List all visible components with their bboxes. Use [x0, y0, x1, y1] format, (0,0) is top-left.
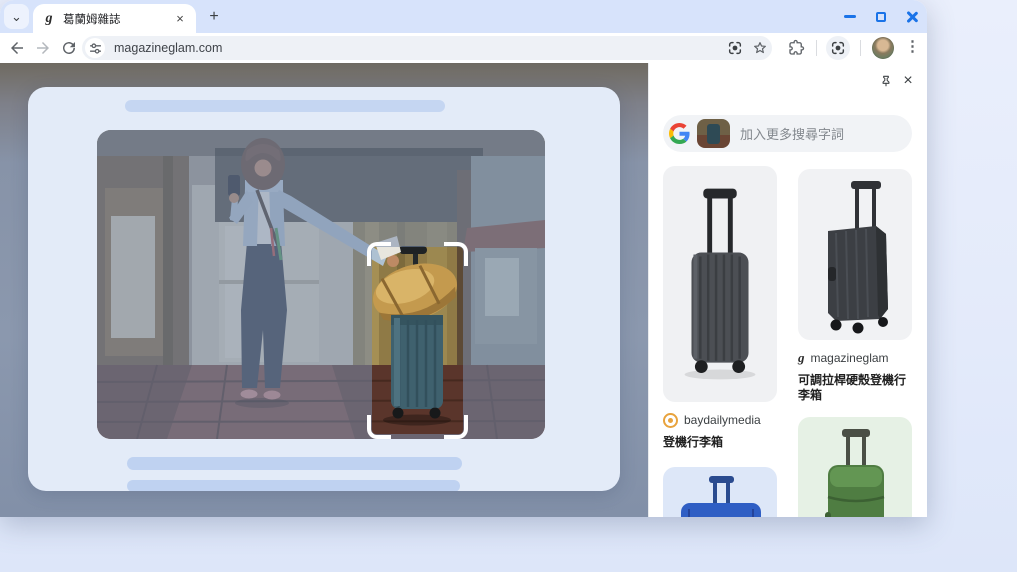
- window-content: × 加入更多搜尋字詞: [0, 63, 927, 517]
- skeleton-line: [127, 457, 462, 470]
- minimize-icon: [844, 15, 856, 18]
- tab-close-button[interactable]: ×: [172, 11, 188, 27]
- photo-woman-with-luggage: [97, 130, 545, 439]
- lens-side-panel: × 加入更多搜尋字詞: [648, 63, 927, 517]
- back-button[interactable]: [8, 39, 26, 57]
- source-name: baydailymedia: [684, 413, 761, 427]
- tab-strip: ⌄ g 葛蘭姆雜誌 × +: [0, 0, 927, 33]
- skeleton-line: [125, 100, 445, 112]
- lens-icon: [830, 40, 846, 56]
- maximize-button[interactable]: [874, 10, 888, 24]
- product-title[interactable]: 登機行李箱: [663, 435, 777, 450]
- article-card: [28, 87, 620, 491]
- query-image-thumbnail: [697, 119, 730, 148]
- selection-corner-icon: [444, 415, 468, 439]
- product-card[interactable]: [798, 169, 912, 340]
- forward-button[interactable]: [34, 39, 52, 57]
- browser-window: ⌄ g 葛蘭姆雜誌 × +: [0, 0, 927, 517]
- product-image-blue-suitcase: [663, 467, 777, 517]
- result-source-row[interactable]: g magazineglam: [798, 350, 912, 366]
- profile-avatar-button[interactable]: [872, 37, 894, 59]
- results-column-right: g magazineglam 可調拉桿硬殼登機行李箱: [798, 169, 912, 517]
- panel-pin-button[interactable]: [877, 72, 895, 90]
- toolbar-divider: [860, 40, 861, 56]
- product-title[interactable]: 可調拉桿硬殼登機行李箱: [798, 373, 912, 403]
- google-logo-icon: [669, 123, 690, 144]
- chevron-down-icon: ⌄: [11, 9, 22, 25]
- browser-toolbar: magazineglam.com: [0, 33, 927, 63]
- tune-icon: [89, 42, 102, 55]
- maximize-icon: [876, 12, 886, 22]
- new-tab-button[interactable]: +: [204, 7, 224, 27]
- webpage-lens-overlay: [0, 63, 648, 517]
- panel-close-button[interactable]: ×: [899, 72, 917, 90]
- lens-selection-region[interactable]: [372, 247, 463, 434]
- lens-search-chip[interactable]: 加入更多搜尋字詞: [663, 115, 912, 152]
- result-source-row[interactable]: baydailymedia: [663, 412, 777, 428]
- browser-tab[interactable]: g 葛蘭姆雜誌 ×: [33, 4, 196, 33]
- search-placeholder: 加入更多搜尋字詞: [740, 124, 844, 143]
- source-favicon-icon: g: [798, 350, 805, 366]
- results-column-left: baydailymedia 登機行李箱: [663, 166, 777, 517]
- selection-corner-icon: [367, 242, 391, 266]
- close-window-button[interactable]: [905, 10, 919, 24]
- source-favicon-icon: [663, 413, 678, 428]
- window-controls: [843, 0, 919, 33]
- source-name: magazineglam: [811, 351, 889, 365]
- extensions-button[interactable]: [787, 39, 805, 57]
- selection-corner-icon: [444, 242, 468, 266]
- minimize-button[interactable]: [843, 10, 857, 24]
- tab-title: 葛蘭姆雜誌: [63, 11, 172, 27]
- address-bar[interactable]: magazineglam.com: [82, 36, 772, 60]
- close-icon: [906, 11, 918, 23]
- site-favicon: g: [41, 11, 57, 27]
- product-image-green-suitcase: [798, 417, 912, 517]
- lens-toolbar-button[interactable]: [826, 36, 850, 60]
- menu-button[interactable]: ⋮: [905, 37, 920, 55]
- product-card[interactable]: [663, 166, 777, 402]
- site-settings-button[interactable]: [85, 38, 105, 58]
- kebab-icon: ⋮: [905, 38, 920, 55]
- reload-button[interactable]: [60, 39, 78, 57]
- plus-icon: +: [209, 8, 218, 26]
- selection-corner-icon: [367, 415, 391, 439]
- close-icon: ×: [176, 11, 184, 26]
- hero-photo[interactable]: [97, 130, 545, 439]
- skeleton-line: [127, 480, 460, 491]
- product-image-dark-suitcase: [798, 169, 912, 340]
- close-icon: ×: [903, 72, 912, 90]
- product-card[interactable]: [663, 467, 777, 517]
- pin-icon: [879, 74, 893, 88]
- bookmark-star-button[interactable]: [752, 40, 768, 56]
- product-card[interactable]: [798, 417, 912, 517]
- product-image-gray-suitcase: [663, 166, 777, 402]
- tab-search-button[interactable]: ⌄: [4, 4, 29, 29]
- lens-address-button[interactable]: [727, 40, 743, 56]
- url-text: magazineglam.com: [114, 41, 222, 55]
- toolbar-divider: [816, 40, 817, 56]
